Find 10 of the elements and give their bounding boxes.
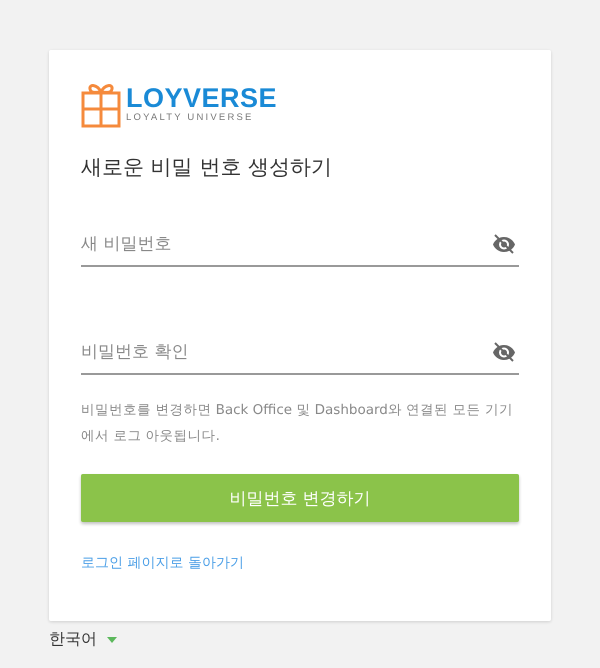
logout-notice: 비밀번호를 변경하면 Back Office 및 Dashboard와 연결된 모든 기기에서 로그 아웃됩니다.: [81, 401, 514, 446]
logo-wordmark: LOYVERSE: [126, 84, 278, 112]
back-to-login-link[interactable]: 로그인 페이지로 돌아가기: [81, 554, 244, 572]
password-field[interactable]: 새 비밀번호: [81, 234, 489, 254]
password-field[interactable]: 비밀번호 확인: [81, 342, 489, 362]
caret-icon: [107, 636, 117, 642]
logo-tagline: LOYALTY UNIVERSE: [126, 112, 255, 124]
change-password-button[interactable]: 비밀번호 변경하기: [81, 474, 519, 522]
page-title: 새로운 비밀 번호 생성하기: [81, 154, 334, 181]
language-selector[interactable]: 한국어: [49, 629, 117, 650]
